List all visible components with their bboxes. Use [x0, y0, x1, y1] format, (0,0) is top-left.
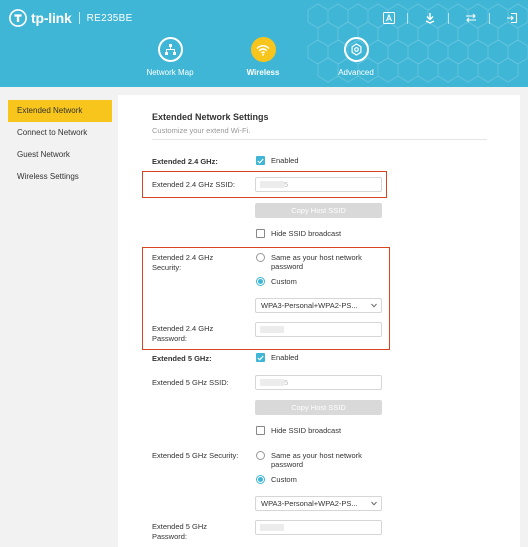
redacted-text: [260, 524, 284, 531]
gear-icon: [351, 43, 361, 56]
radio-label: Same as your host network password: [271, 253, 362, 271]
band5-same-as-host-radio[interactable]: Same as your host network password: [256, 451, 362, 469]
settings-panel: Extended Network Settings Customize your…: [118, 95, 520, 547]
band24-password-label: Extended 2.4 GHz Password:: [152, 324, 213, 344]
tab-network-map[interactable]: Network Map: [135, 37, 205, 77]
nav-label: Wireless: [246, 68, 280, 77]
band5-enabled-checkbox[interactable]: Enabled: [256, 353, 299, 362]
nav-label: Advanced: [338, 68, 374, 77]
radio-label-line: password: [271, 262, 304, 271]
band24-security-label: Extended 2.4 GHz Security:: [152, 253, 213, 273]
redacted-text: [260, 181, 284, 188]
wifi-icon: [256, 44, 270, 56]
brand-logo[interactable]: tp-link RE235BE: [9, 9, 133, 27]
checkbox-unchecked-icon: [256, 229, 265, 238]
toolbar-divider: [448, 12, 449, 24]
radio-selected-icon: [256, 277, 265, 286]
band24-copy-host-ssid-button[interactable]: Copy Host SSID: [255, 203, 382, 218]
checkbox-checked-icon: [256, 156, 265, 165]
nav-label: Network Map: [146, 68, 194, 77]
redacted-text: [260, 379, 284, 386]
label-line: Security:: [152, 263, 182, 272]
logout-icon[interactable]: [504, 10, 520, 26]
checkbox-label: Hide SSID broadcast: [271, 229, 342, 238]
label-line: Extended 2.4 GHz: [152, 253, 214, 262]
band24-ssid-input[interactable]: 5: [255, 177, 382, 192]
transfer-icon[interactable]: [463, 10, 479, 26]
chevron-down-icon: [371, 501, 377, 506]
band5-security-select[interactable]: WPA3-Personal+WPA2-PS...: [255, 496, 382, 511]
main-nav: Network Map Wireless Advanced: [0, 37, 528, 87]
sidebar-item-connect-to-network[interactable]: Connect to Network: [8, 122, 112, 144]
radio-label: Custom: [271, 475, 297, 484]
logo-separator: [78, 12, 80, 24]
band5-ssid-label: Extended 5 GHz SSID:: [152, 378, 229, 387]
band24-security-select[interactable]: WPA3-Personal+WPA2-PS...: [255, 298, 382, 313]
download-icon[interactable]: [422, 10, 438, 26]
band5-copy-host-ssid-button[interactable]: Copy Host SSID: [255, 400, 382, 415]
top-header: tp-link RE235BE Network Map Wireless Adv…: [0, 0, 528, 87]
sidebar-item-wireless-settings[interactable]: Wireless Settings: [8, 166, 112, 188]
checkbox-unchecked-icon: [256, 426, 265, 435]
checkbox-checked-icon: [256, 353, 265, 362]
chevron-down-icon: [371, 303, 377, 308]
radio-label: Same as your host network password: [271, 451, 362, 469]
radio-label-line: Same as your host network: [271, 253, 362, 262]
checkbox-label: Enabled: [271, 353, 299, 362]
radio-selected-icon: [256, 475, 265, 484]
checkbox-label: Hide SSID broadcast: [271, 426, 342, 435]
redacted-text: [260, 326, 284, 333]
band5-custom-radio[interactable]: Custom: [256, 475, 297, 484]
label-line: Extended 5 GHz: [152, 522, 208, 531]
label-line: Extended 2.4 GHz: [152, 324, 214, 333]
checkbox-label: Enabled: [271, 156, 299, 165]
brand-name: tp-link: [31, 10, 72, 26]
radio-unselected-icon: [256, 451, 265, 460]
band5-password-input[interactable]: [255, 520, 382, 535]
radio-unselected-icon: [256, 253, 265, 262]
model-name: RE235BE: [86, 12, 133, 24]
band24-hide-ssid-checkbox[interactable]: Hide SSID broadcast: [256, 229, 341, 238]
panel-title: Extended Network Settings: [152, 112, 269, 122]
sidebar-item-extended-network[interactable]: Extended Network: [8, 100, 112, 122]
ssid-suffix: 5: [284, 180, 289, 189]
ssid-suffix: 5: [284, 378, 289, 387]
select-value: WPA3-Personal+WPA2-PS...: [261, 499, 358, 508]
band5-security-label: Extended 5 GHz Security:: [152, 451, 239, 460]
sidebar: Extended Network Connect to Network Gues…: [8, 100, 112, 188]
tp-link-logo-icon: [9, 9, 27, 27]
select-value: WPA3-Personal+WPA2-PS...: [261, 301, 358, 310]
radio-label: Custom: [271, 277, 297, 286]
font-size-icon[interactable]: [381, 10, 397, 26]
panel-subtitle: Customize your extend Wi-Fi.: [152, 126, 251, 135]
panel-divider: [152, 139, 487, 140]
band5-label: Extended 5 GHz:: [152, 354, 212, 363]
band5-ssid-input[interactable]: 5: [255, 375, 382, 390]
tab-advanced[interactable]: Advanced: [321, 37, 391, 77]
toolbar-divider: [407, 12, 408, 24]
band5-hide-ssid-checkbox[interactable]: Hide SSID broadcast: [256, 426, 341, 435]
band5-password-label: Extended 5 GHz Password:: [152, 522, 207, 542]
nav-circle: [250, 37, 276, 62]
band24-password-input[interactable]: [255, 322, 382, 337]
header-toolbar: [367, 10, 520, 26]
sidebar-item-guest-network[interactable]: Guest Network: [8, 144, 112, 166]
radio-label-line: Same as your host network: [271, 451, 362, 460]
network-map-icon: [164, 44, 176, 55]
band24-label: Extended 2.4 GHz:: [152, 157, 218, 166]
band24-enabled-checkbox[interactable]: Enabled: [256, 156, 299, 165]
label-line: Password:: [152, 334, 188, 343]
label-line: Password:: [152, 532, 188, 541]
band24-ssid-label: Extended 2.4 GHz SSID:: [152, 180, 235, 189]
band24-custom-radio[interactable]: Custom: [256, 277, 297, 286]
tab-wireless[interactable]: Wireless: [228, 37, 298, 77]
nav-circle: [343, 37, 369, 62]
nav-circle: [157, 37, 183, 62]
band24-same-as-host-radio[interactable]: Same as your host network password: [256, 253, 362, 271]
toolbar-divider: [489, 12, 490, 24]
radio-label-line: password: [271, 460, 304, 469]
